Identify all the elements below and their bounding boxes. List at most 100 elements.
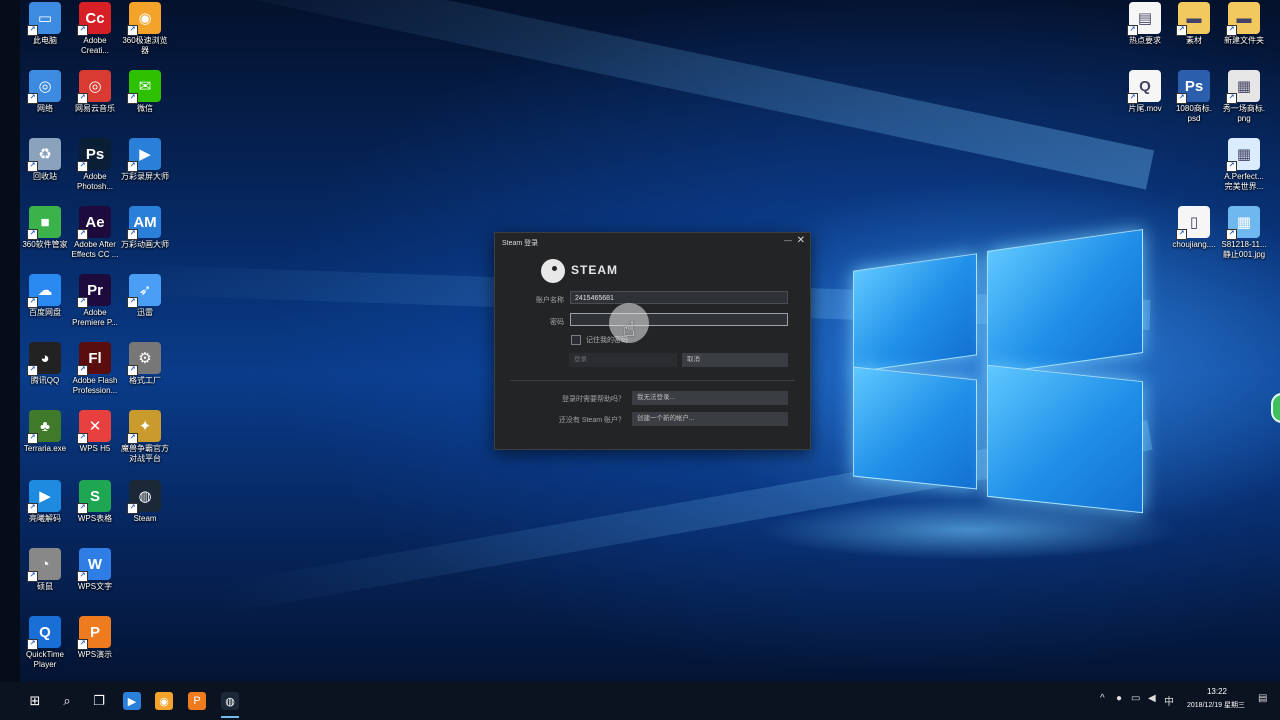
divider xyxy=(510,380,795,381)
desktop: ▭ ↗ 此电脑 Cc ↗ Adobe Creati... ◉ ↗ 360极速浏览 器 ◎ ↗ 网络 ◎ ↗… xyxy=(0,0,1280,682)
account-input[interactable]: 2415465681 xyxy=(570,291,788,304)
desktop-icon-label: WPS表格 xyxy=(77,514,113,523)
dialog-title: Steam 登录 xyxy=(502,240,539,247)
desktop-icon[interactable]: Q ↗ QuickTime Player xyxy=(17,616,73,670)
floating-assistant-icon[interactable] xyxy=(1271,393,1280,423)
desktop-icon[interactable]: ➶ ↗ 迅雷 xyxy=(117,274,173,318)
desktop-icon[interactable]: ▭ ↗ 此电脑 xyxy=(17,2,73,46)
desktop-icon[interactable]: ✕ ↗ WPS H5 xyxy=(67,410,123,454)
minimize-icon[interactable]: — xyxy=(784,236,792,245)
desktop-icon[interactable]: ▬ ↗ 新建文件夹 xyxy=(1216,2,1272,46)
notification-icon[interactable]: ▤ xyxy=(1258,693,1267,704)
desktop-icon-label: 素材 xyxy=(1186,36,1202,45)
desktop-icon[interactable]: ♻ ↗ 回收站 xyxy=(17,138,73,182)
desktop-icon-label: Steam xyxy=(133,514,157,523)
desktop-icon[interactable]: ◉ ↗ 360极速浏览 器 xyxy=(117,2,173,56)
desktop-icon-label: 魔兽争霸官方 对战平台 xyxy=(121,444,169,463)
remember-password-checkbox[interactable] xyxy=(571,335,581,345)
desktop-icon[interactable]: ◎ ↗ 网易云音乐 xyxy=(67,70,123,114)
desktop-icon-label: 万彩录屏大师 xyxy=(121,172,169,181)
desktop-icon-label: 1080商标. psd xyxy=(1175,104,1213,123)
ime-indicator[interactable]: 中 xyxy=(1164,693,1174,708)
task-view-icon[interactable]: ❐ xyxy=(90,692,108,710)
search-icon[interactable]: ⌕ xyxy=(58,692,76,710)
desktop-icon[interactable]: Cc ↗ Adobe Creati... xyxy=(67,2,123,56)
desktop-icon[interactable]: ⚙ ↗ 格式工厂 xyxy=(117,342,173,386)
desktop-icon-label: 百度网盘 xyxy=(29,308,61,317)
desktop-icon[interactable]: ◕ ↗ 腾讯QQ xyxy=(17,342,73,386)
cancel-button[interactable]: 取消 xyxy=(682,353,788,367)
desktop-icon[interactable]: ♣ ↗ Terraria.exe xyxy=(17,410,73,454)
desktop-icon[interactable]: ◍ ↗ Steam xyxy=(117,480,173,524)
wancai-taskbar-icon[interactable]: ▶ xyxy=(123,692,141,710)
steam-taskbar-icon[interactable]: ◍ xyxy=(221,692,239,710)
desktop-icon[interactable]: ▦ ↗ A.Perfect... 完美世界... xyxy=(1216,138,1272,192)
desktop-icon-label: Adobe Premiere P... xyxy=(72,308,118,327)
shortcut-arrow-icon: ↗ xyxy=(77,229,88,240)
steam-wordmark: STEAM xyxy=(571,263,618,277)
desktop-icon-label: 360极速浏览 器 xyxy=(122,36,168,55)
shortcut-arrow-icon: ↗ xyxy=(27,93,38,104)
desktop-icon[interactable]: W ↗ WPS文字 xyxy=(67,548,123,592)
desktop-icon[interactable]: P ↗ WPS演示 xyxy=(67,616,123,660)
windows-start-icon[interactable]: ⊞ xyxy=(26,692,44,710)
shortcut-arrow-icon: ↗ xyxy=(27,639,38,650)
wechat-icon: ✉ ↗ xyxy=(127,70,161,104)
shuoshu-icon: ◔ ↗ xyxy=(27,548,61,582)
create-account-button[interactable]: 创建一个新的帐户... xyxy=(632,412,788,426)
desktop-icon[interactable]: ▯ ↗ choujiang.... xyxy=(1166,206,1222,250)
desktop-icon[interactable]: AM ↗ 万彩动画大师 xyxy=(117,206,173,250)
wancai-animation-icon: AM ↗ xyxy=(127,206,161,240)
format-factory-icon: ⚙ ↗ xyxy=(127,342,161,376)
desktop-icon[interactable]: ✉ ↗ 微信 xyxy=(117,70,173,114)
desktop-icon-label: 微信 xyxy=(137,104,153,113)
desktop-icon[interactable]: ▤ ↗ 热点要求 xyxy=(1117,2,1173,46)
desktop-icon-label: WPS H5 xyxy=(79,444,111,453)
desktop-icon[interactable]: Pr ↗ Adobe Premiere P... xyxy=(67,274,123,328)
desktop-icon[interactable]: Ps ↗ 1080商标. psd xyxy=(1166,70,1222,124)
shortcut-arrow-icon: ↗ xyxy=(77,161,88,172)
desktop-icon-label: Terraria.exe xyxy=(23,444,67,453)
desktop-icon[interactable]: Q ↗ 片尾.mov xyxy=(1117,70,1173,114)
desktop-icon[interactable]: Fl ↗ Adobe Flash Profession... xyxy=(67,342,123,396)
desktop-icon[interactable]: ◔ ↗ 硕鼠 xyxy=(17,548,73,592)
desktop-icon[interactable]: ☁ ↗ 百度网盘 xyxy=(17,274,73,318)
desktop-icon[interactable]: ■ ↗ 360软件管家 xyxy=(17,206,73,250)
desktop-icon[interactable]: Ae ↗ Adobe After Effects CC ... xyxy=(67,206,123,260)
desktop-icon[interactable]: ▦ ↗ 秀一场商标. png xyxy=(1216,70,1272,124)
360-software-icon: ■ ↗ xyxy=(27,206,61,240)
shortcut-arrow-icon: ↗ xyxy=(77,639,88,650)
desktop-icon[interactable]: ▶ ↗ 万彩录屏大师 xyxy=(117,138,173,182)
desktop-icon-label: A.Perfect... 完美世界... xyxy=(1224,172,1264,191)
help-button[interactable]: 我无法登录... xyxy=(632,391,788,405)
clock-date[interactable]: 2018/12/19 星期三 xyxy=(1176,700,1256,710)
desktop-icon[interactable]: ◎ ↗ 网络 xyxy=(17,70,73,114)
shortcut-arrow-icon: ↗ xyxy=(77,297,88,308)
desktop-icon-label: WPS文字 xyxy=(77,582,113,591)
desktop-icon[interactable]: ▬ ↗ 素材 xyxy=(1166,2,1222,46)
wps-presentation-icon: P ↗ xyxy=(77,616,111,650)
shortcut-arrow-icon: ↗ xyxy=(1127,25,1138,36)
photoshop-icon: Ps ↗ xyxy=(77,138,111,172)
login-button[interactable]: 登录 xyxy=(569,353,677,367)
desktop-icon[interactable]: ▦ ↗ S81218-11... 静止001.jpg xyxy=(1216,206,1272,260)
360-browser-taskbar-icon[interactable]: ◉ xyxy=(155,692,173,710)
desktop-icon[interactable]: ✦ ↗ 魔兽争霸官方 对战平台 xyxy=(117,410,173,464)
clock-time[interactable]: 13:22 xyxy=(1200,687,1234,696)
volume-tray-icon[interactable]: ◀ xyxy=(1148,693,1156,704)
desktop-icon-label: 万彩动画大师 xyxy=(121,240,169,249)
wps-taskbar-icon[interactable]: P xyxy=(188,692,206,710)
wechat-tray-icon[interactable]: ● xyxy=(1116,693,1122,704)
desktop-icon[interactable]: Ps ↗ Adobe Photosh... xyxy=(67,138,123,192)
password-input[interactable] xyxy=(570,313,788,326)
shortcut-arrow-icon: ↗ xyxy=(27,365,38,376)
desktop-icon-label: 格式工厂 xyxy=(129,376,161,385)
shortcut-arrow-icon: ↗ xyxy=(77,365,88,376)
desktop-icon[interactable]: ▶ ↗ 亮曦解码 xyxy=(17,480,73,524)
close-icon[interactable]: ✕ xyxy=(797,235,805,246)
desktop-icon[interactable]: S ↗ WPS表格 xyxy=(67,480,123,524)
desktop-icon-label: Adobe After Effects CC ... xyxy=(71,240,119,259)
network-tray-icon[interactable]: ▭ xyxy=(1131,693,1140,704)
shortcut-arrow-icon: ↗ xyxy=(127,297,138,308)
tray-expand-icon[interactable]: ^ xyxy=(1100,693,1105,704)
